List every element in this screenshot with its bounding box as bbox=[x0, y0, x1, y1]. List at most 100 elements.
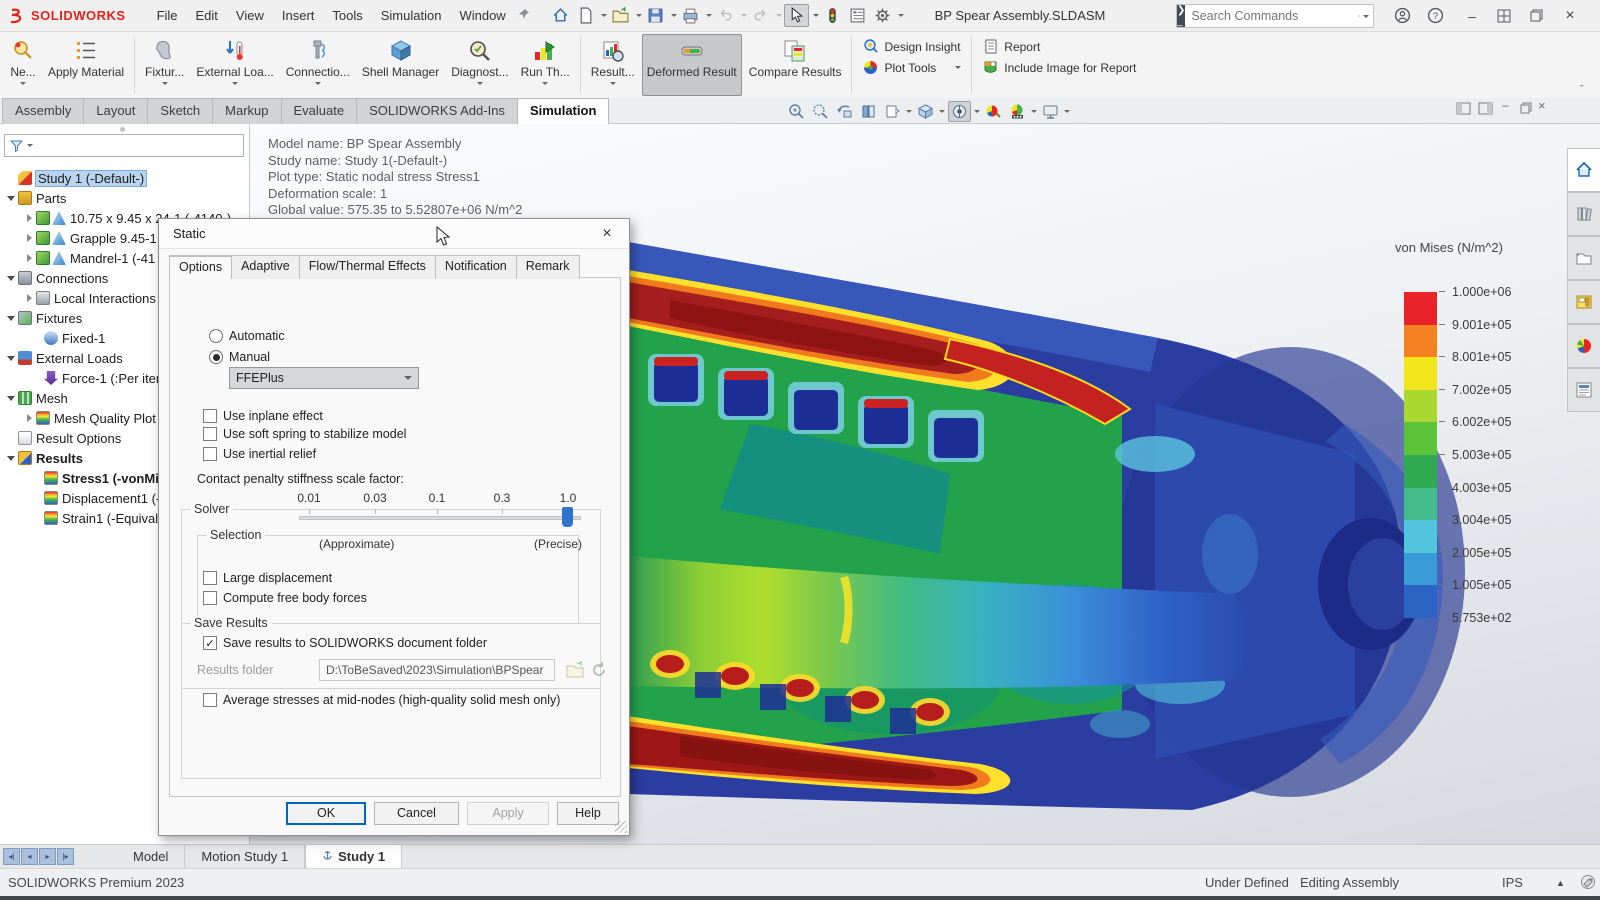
expander-icon[interactable] bbox=[4, 356, 18, 361]
zoom-area-icon[interactable] bbox=[810, 102, 831, 121]
checkbox[interactable] bbox=[203, 427, 217, 441]
taskpane-home-tab[interactable] bbox=[1567, 148, 1600, 192]
slider-handle[interactable] bbox=[562, 507, 573, 527]
restore-button[interactable] bbox=[1522, 0, 1550, 31]
tab-assembly[interactable]: Assembly bbox=[2, 98, 84, 124]
previous-view-icon[interactable] bbox=[834, 102, 855, 121]
display-style-icon[interactable] bbox=[948, 101, 971, 122]
tag-icon[interactable] bbox=[1580, 874, 1596, 893]
checkbox[interactable] bbox=[203, 693, 217, 707]
ribbon-collapse-chevron[interactable]: ˆ bbox=[1580, 84, 1584, 96]
help-button[interactable]: Help bbox=[557, 802, 619, 825]
taskpane-design-library-tab[interactable] bbox=[1567, 192, 1600, 236]
fixtures-advisor-button[interactable]: Fixtur... bbox=[140, 34, 189, 96]
menu-file[interactable]: File bbox=[148, 8, 187, 23]
viewport-minimize-icon[interactable]: – bbox=[1502, 98, 1509, 112]
zoom-fit-icon[interactable] bbox=[786, 102, 807, 121]
tab-flow-thermal-effects[interactable]: Flow/Thermal Effects bbox=[299, 255, 436, 279]
save-results-checkbox[interactable]: ✓ Save results to SOLIDWORKS document fo… bbox=[203, 636, 487, 650]
ok-button[interactable]: OK bbox=[286, 802, 366, 825]
select-tool-button[interactable] bbox=[784, 4, 809, 27]
view-settings-icon[interactable] bbox=[1040, 102, 1061, 121]
viewport-close-icon[interactable]: × bbox=[1538, 98, 1546, 113]
diagnostics-caret[interactable] bbox=[477, 82, 483, 85]
checkbox[interactable] bbox=[203, 409, 217, 423]
redo-button[interactable] bbox=[749, 5, 772, 26]
minimize-button[interactable]: – bbox=[1458, 0, 1486, 31]
menu-view[interactable]: View bbox=[227, 8, 273, 23]
new-study-button[interactable]: Ne... bbox=[5, 34, 41, 96]
close-button[interactable]: × bbox=[1556, 0, 1584, 31]
menu-tools[interactable]: Tools bbox=[323, 8, 371, 23]
print-caret[interactable] bbox=[706, 14, 712, 17]
checkbox[interactable] bbox=[203, 571, 217, 585]
expander-icon[interactable] bbox=[22, 294, 36, 302]
units-selector[interactable]: IPS bbox=[1502, 875, 1523, 890]
external-loads-button[interactable]: External Loa... bbox=[191, 34, 278, 96]
simulation-evaluator-button[interactable]: Diagnost... bbox=[446, 34, 513, 96]
new-document-caret[interactable] bbox=[601, 14, 607, 17]
refresh-folder-icon[interactable] bbox=[589, 660, 609, 680]
menu-simulation[interactable]: Simulation bbox=[372, 8, 451, 23]
cancel-button[interactable]: Cancel bbox=[374, 802, 459, 825]
plot-tools-button[interactable]: Plot Tools bbox=[862, 59, 961, 76]
tree-item-parts[interactable]: Parts bbox=[0, 188, 250, 208]
save-caret[interactable] bbox=[671, 14, 677, 17]
study1-tab[interactable]: Study 1 bbox=[305, 845, 402, 868]
radio-circle[interactable] bbox=[209, 350, 223, 364]
connections-caret[interactable] bbox=[315, 82, 321, 85]
new-document-button[interactable] bbox=[574, 5, 597, 26]
browse-folder-icon[interactable] bbox=[565, 660, 585, 680]
select-tool-caret[interactable] bbox=[813, 14, 819, 17]
tab-sketch[interactable]: Sketch bbox=[147, 98, 213, 124]
pane-right-icon[interactable] bbox=[1478, 102, 1493, 118]
taskpane-view-palette-tab[interactable] bbox=[1567, 280, 1600, 324]
compute-free-body-forces-checkbox[interactable]: Compute free body forces bbox=[203, 591, 367, 605]
expander-icon[interactable] bbox=[4, 396, 18, 401]
undo-button[interactable] bbox=[714, 5, 737, 26]
edit-appearance-icon[interactable] bbox=[1007, 102, 1028, 121]
dialog-title-bar[interactable]: Static × bbox=[159, 219, 629, 249]
run-study-button[interactable]: Run Th... bbox=[516, 34, 575, 96]
compare-results-button[interactable]: Compare Results bbox=[744, 34, 847, 96]
new-study-caret[interactable] bbox=[20, 82, 26, 85]
tab-layout[interactable]: Layout bbox=[83, 98, 148, 124]
display-style-caret[interactable] bbox=[974, 110, 980, 113]
shell-manager-button[interactable]: Shell Manager bbox=[357, 34, 444, 96]
viewport-restore-icon[interactable] bbox=[1520, 102, 1532, 117]
run-caret[interactable] bbox=[542, 82, 548, 85]
connections-advisor-button[interactable]: Connectio... bbox=[281, 34, 355, 96]
expander-icon[interactable] bbox=[22, 234, 36, 242]
apply-material-button[interactable]: Apply Material bbox=[43, 34, 129, 96]
results-advisor-button[interactable]: Result... bbox=[586, 34, 640, 96]
help-icon[interactable]: ? bbox=[1421, 0, 1449, 31]
apply-button[interactable]: Apply bbox=[467, 802, 549, 825]
results-caret[interactable] bbox=[610, 82, 616, 85]
report-button[interactable]: Report bbox=[982, 38, 1136, 55]
file-properties-button[interactable] bbox=[846, 5, 869, 26]
search-commands-box[interactable]: ❯_ bbox=[1176, 4, 1374, 28]
menu-window[interactable]: Window bbox=[450, 8, 514, 23]
motion-study-tab[interactable]: Motion Study 1 bbox=[185, 845, 305, 868]
expander-icon[interactable] bbox=[4, 276, 18, 281]
scroll-first-button[interactable]: ◂| bbox=[3, 848, 20, 865]
pin-menu-icon[interactable] bbox=[517, 7, 531, 24]
design-insight-button[interactable]: Design Insight bbox=[862, 38, 961, 55]
taskpane-custom-properties-tab[interactable] bbox=[1567, 368, 1600, 412]
checkbox[interactable] bbox=[203, 447, 217, 461]
automatic-radio[interactable]: Automatic bbox=[209, 329, 285, 343]
tree-item-study[interactable]: Study 1 (-Default-) bbox=[0, 168, 250, 188]
average-stresses-checkbox[interactable]: Average stresses at mid-nodes (high-qual… bbox=[203, 693, 560, 707]
scroll-prev-button[interactable]: ◂ bbox=[21, 848, 38, 865]
checkbox-checked[interactable]: ✓ bbox=[203, 636, 217, 650]
annotation-view-icon[interactable] bbox=[882, 102, 903, 121]
tab-adaptive[interactable]: Adaptive bbox=[231, 255, 300, 279]
checkbox[interactable] bbox=[203, 591, 217, 605]
solver-select-caret[interactable] bbox=[404, 376, 412, 380]
dialog-resize-grip[interactable] bbox=[615, 821, 627, 833]
open-caret[interactable] bbox=[636, 14, 642, 17]
taskpane-appearances-tab[interactable] bbox=[1567, 324, 1600, 368]
annotation-caret[interactable] bbox=[906, 110, 912, 113]
filter-caret[interactable] bbox=[27, 144, 33, 147]
units-caret-icon[interactable]: ▲ bbox=[1556, 878, 1565, 888]
